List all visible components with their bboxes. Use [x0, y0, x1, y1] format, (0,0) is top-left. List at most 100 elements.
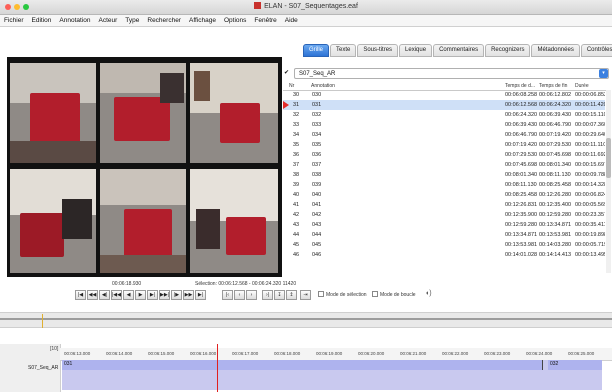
col-end[interactable]: Temps de fin	[539, 83, 567, 89]
ruler-tick-label: 00:06:16.000	[190, 351, 217, 356]
menu-acteur[interactable]: Acteur	[94, 17, 121, 24]
table-row[interactable]: 41 041 00:12:26.831 00:12:35.400 00:00:05.56…	[283, 200, 605, 210]
table-row[interactable]: 36 036 00:07:29.530 00:07:45.698 00:00:11.69…	[283, 150, 605, 160]
tier-dropdown-value: S07_Seq_AR	[299, 71, 336, 77]
cell-start: 00:14:01.028	[505, 252, 538, 258]
ruler-tick-label: 00:06:25.000	[568, 351, 595, 356]
cell-nr: 44	[293, 232, 300, 238]
go-to-end-button[interactable]: ▶|	[195, 290, 206, 300]
table-row[interactable]: 39 039 00:08:11.130 00:08:25.458 00:00:14.32…	[283, 180, 605, 190]
table-row[interactable]: 38 038 00:08:01.340 00:08:11.130 00:00:09.78…	[283, 170, 605, 180]
tab-metadonnees[interactable]: Métadonnées	[531, 44, 580, 57]
previous-pixel-button[interactable]: ◀	[123, 290, 134, 300]
menu-fenetre[interactable]: Fenêtre	[250, 17, 280, 24]
chevron-down-icon[interactable]: ▾	[599, 69, 608, 78]
cell-annotation: 038	[312, 172, 322, 178]
menu-edition[interactable]: Edition	[28, 17, 56, 24]
selection-left-button[interactable]: ‹	[234, 290, 245, 300]
tab-controles[interactable]: Contrôles	[580, 44, 612, 57]
tab-recognizers[interactable]: Recognizers	[485, 44, 531, 57]
menu-affichage[interactable]: Affichage	[185, 17, 220, 24]
cell-duration: 00:00:19.898	[575, 232, 605, 238]
table-row[interactable]: 35 035 00:07:19.420 00:07:29.530 00:00:11.11…	[283, 140, 605, 150]
cell-end: 00:12:35.400	[539, 202, 572, 208]
camera-view-4	[10, 169, 96, 273]
cell-start: 00:06:12.568	[505, 102, 538, 108]
cell-nr: 32	[293, 112, 300, 118]
tab-texte[interactable]: Texte	[330, 44, 357, 57]
cell-start: 00:06:08.258	[505, 92, 538, 98]
previous-scrollview-button[interactable]: ◀◀	[87, 290, 98, 300]
signal-viewer[interactable]	[0, 312, 612, 328]
tab-sous-titres[interactable]: Sous-titres	[357, 44, 399, 57]
volume-icon[interactable]: ◖)	[425, 290, 432, 297]
media-timecode: 00:06:18.930	[112, 281, 142, 287]
selection-mode-checkbox[interactable]	[318, 291, 324, 297]
table-row[interactable]: 40 040 00:08:25.458 00:12:26.280 00:00:06.82…	[283, 190, 605, 200]
video-player[interactable]	[7, 57, 282, 277]
table-row[interactable]: 34 034 00:06:46.790 00:07:19.420 00:00:29.64…	[283, 130, 605, 140]
selection-right-button[interactable]: ›	[246, 290, 257, 300]
jump-button[interactable]: ⇥	[300, 290, 311, 300]
menu-fichier[interactable]: Fichier	[0, 17, 28, 24]
next-scrollview-button[interactable]: ▶▶	[183, 290, 194, 300]
table-row[interactable]: 42 042 00:12:35.900 00:12:59.280 00:00:23.35…	[283, 210, 605, 220]
table-row[interactable]: 43 043 00:12:59.280 00:13:34.871 00:00:35.41…	[283, 220, 605, 230]
table-scrollbar-thumb[interactable]	[606, 138, 611, 178]
col-start[interactable]: Temps de d...	[505, 83, 535, 89]
move-up-button[interactable]: ↥	[286, 290, 297, 300]
menu-annotation[interactable]: Annotation	[55, 17, 94, 24]
selection-end-button[interactable]: ›|	[262, 290, 273, 300]
cell-duration: 00:00:09.788	[575, 172, 605, 178]
cell-duration: 00:00:11.692	[575, 152, 605, 158]
next-frame-button[interactable]: ▶▶|	[159, 290, 170, 300]
checkmark-icon: ✔	[284, 70, 290, 76]
table-row[interactable]: 46 046 00:14:01.028 00:14:14.413 00:00:13.49…	[283, 250, 605, 260]
cell-nr: 46	[293, 252, 300, 258]
move-down-button[interactable]: ↧	[274, 290, 285, 300]
cell-end: 00:13:34.871	[539, 222, 572, 228]
next-second-button[interactable]: |▶	[171, 290, 182, 300]
table-scrollbar[interactable]	[606, 90, 611, 273]
table-row[interactable]: 32 032 00:06:24.320 00:06:39.430 00:00:15.11…	[283, 110, 605, 120]
tab-commentaires[interactable]: Commentaires	[433, 44, 485, 57]
menu-type[interactable]: Type	[121, 17, 143, 24]
play-pause-button[interactable]: ▶	[135, 290, 146, 300]
ruler-tick-label: 00:06:15.000	[148, 351, 175, 356]
playhead-cursor[interactable]	[217, 344, 218, 392]
previous-frame-button[interactable]: |◀◀	[111, 290, 122, 300]
selection-begin-button[interactable]: |‹	[222, 290, 233, 300]
table-row[interactable]: 45 045 00:13:53.981 00:14:03.280 00:00:05.71…	[283, 240, 605, 250]
col-nr[interactable]: Nr	[289, 83, 294, 89]
table-row[interactable]: 37 037 00:07:45.698 00:08:01.340 00:00:15.69…	[283, 160, 605, 170]
next-pixel-button[interactable]: ▶|	[147, 290, 158, 300]
table-row[interactable]: 44 044 00:13:34.871 00:13:53.981 00:00:19.89…	[283, 230, 605, 240]
cell-duration: 00:00:07.360	[575, 122, 605, 128]
menu-rechercher[interactable]: Rechercher	[143, 17, 185, 24]
col-duration[interactable]: Durée	[575, 83, 589, 89]
menu-options[interactable]: Options	[220, 17, 250, 24]
cell-nr: 35	[293, 142, 300, 148]
col-annotation[interactable]: Annotation	[311, 83, 335, 89]
table-row[interactable]: 31 031 00:06:12.568 00:06:24.320 00:00:11.42…	[283, 100, 605, 110]
table-row[interactable]: 33 033 00:06:39.430 00:06:46.790 00:00:07.36…	[283, 120, 605, 130]
tab-lexique[interactable]: Lexique	[399, 44, 433, 57]
cell-nr: 42	[293, 212, 300, 218]
camera-view-6	[190, 169, 278, 273]
menu-aide[interactable]: Aide	[281, 17, 302, 24]
table-row[interactable]: 30 030 00:06:08.258 00:06:12.802 00:00:06.85…	[283, 90, 605, 100]
cell-end: 00:06:12.802	[539, 92, 572, 98]
annotation-segment[interactable]	[62, 360, 543, 370]
cell-end: 00:07:29.530	[539, 142, 572, 148]
loop-mode-label: Mode de boucle	[380, 292, 416, 298]
menu-bar: Fichier Edition Annotation Acteur Type R…	[0, 15, 612, 27]
previous-second-button[interactable]: ◀|	[99, 290, 110, 300]
tier-name-label[interactable]: S07_Seq_AR	[28, 365, 58, 371]
cell-duration: 00:00:11.420	[575, 102, 605, 108]
cell-start: 00:13:53.981	[505, 242, 538, 248]
go-to-begin-button[interactable]: |◀	[75, 290, 86, 300]
loop-mode-checkbox[interactable]	[372, 291, 378, 297]
tab-grille[interactable]: Grille	[303, 44, 330, 57]
tier-dropdown[interactable]: S07_Seq_AR ▾	[294, 68, 609, 79]
camera-view-1	[10, 63, 96, 163]
